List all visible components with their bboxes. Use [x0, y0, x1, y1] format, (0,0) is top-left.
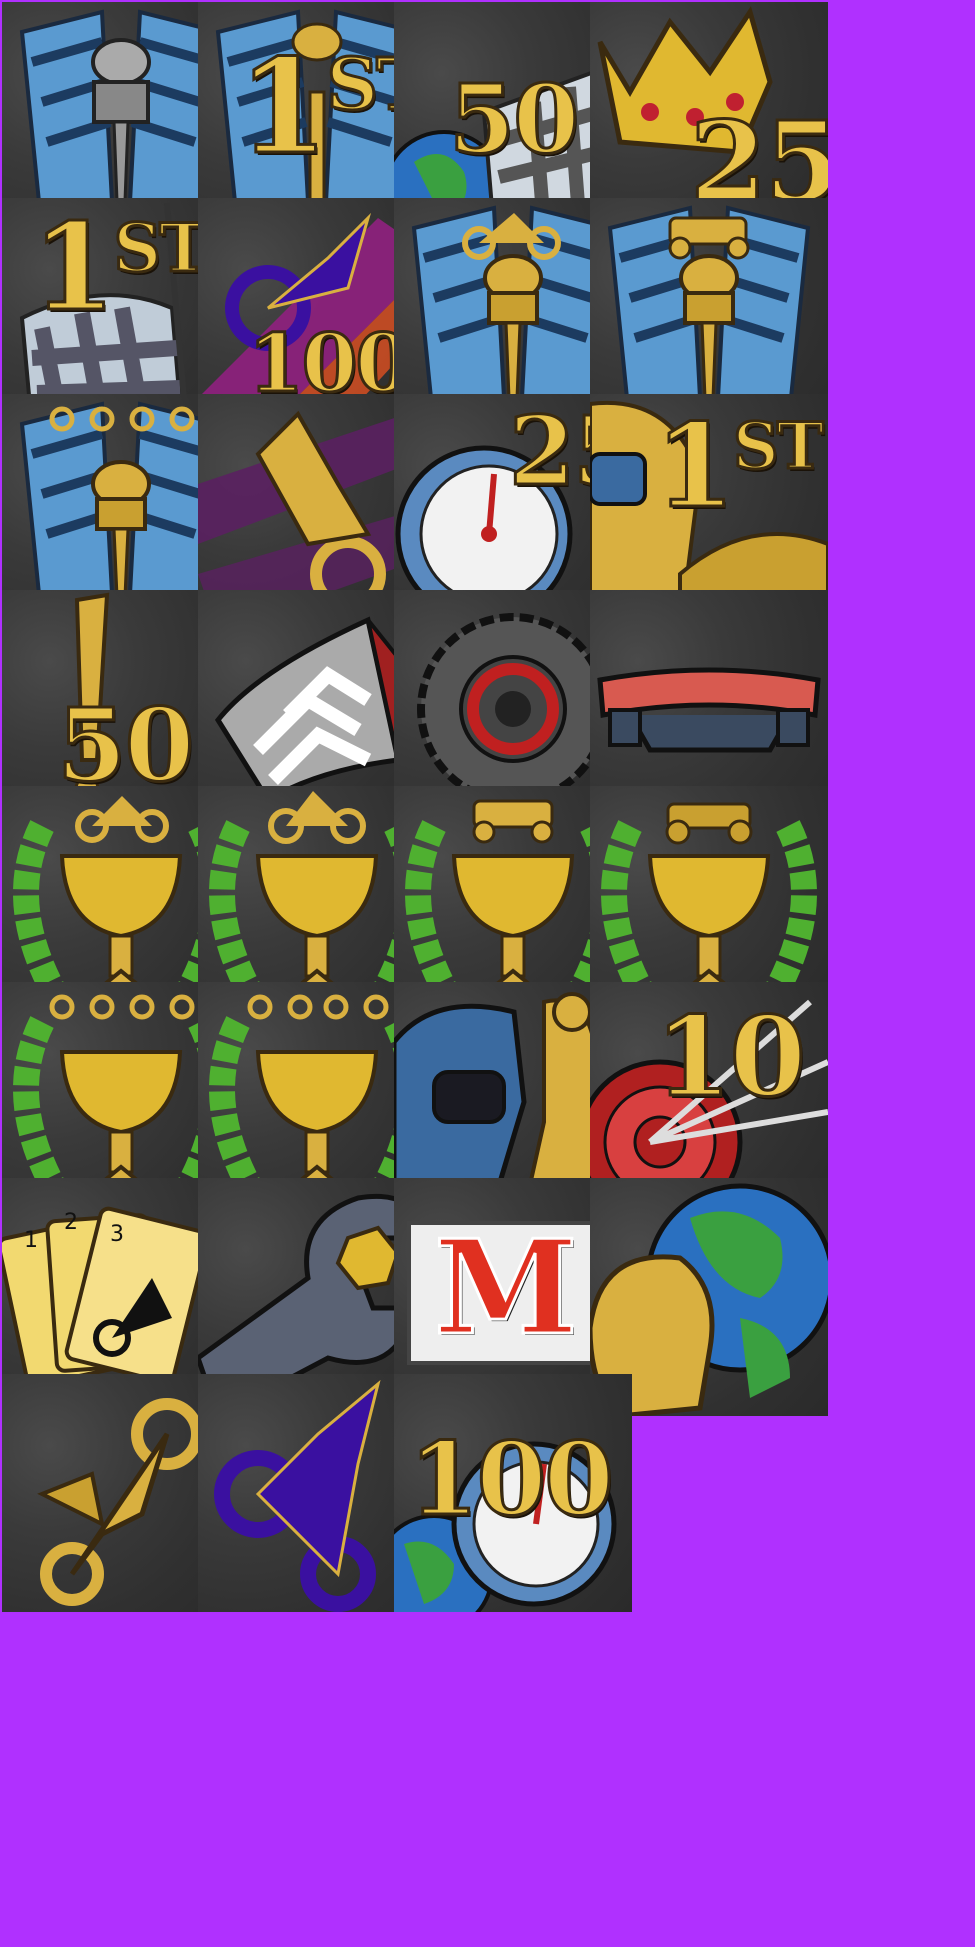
m-logo-letter: M — [433, 1211, 580, 1364]
card-number-3: 3 — [110, 1222, 124, 1247]
card-number-1: 1 — [24, 1228, 38, 1253]
tile-number: 1ST — [653, 399, 825, 534]
achievement-icon-sheet: 1ST 50 25 1ST 100 25 1ST 50 10 1 2 3 M 1… — [0, 0, 975, 1947]
tile-number: 100 — [408, 1420, 616, 1538]
card-number-2: 2 — [64, 1210, 78, 1235]
tile-number: 1ST — [31, 198, 210, 338]
tile-number: 100 — [247, 316, 413, 410]
tile-globe-stopwatch-100: 100 — [394, 1374, 632, 1612]
tile-number: 10 — [653, 992, 807, 1121]
tile-number: 50 — [447, 64, 580, 175]
tile-number: 50 — [55, 686, 195, 804]
